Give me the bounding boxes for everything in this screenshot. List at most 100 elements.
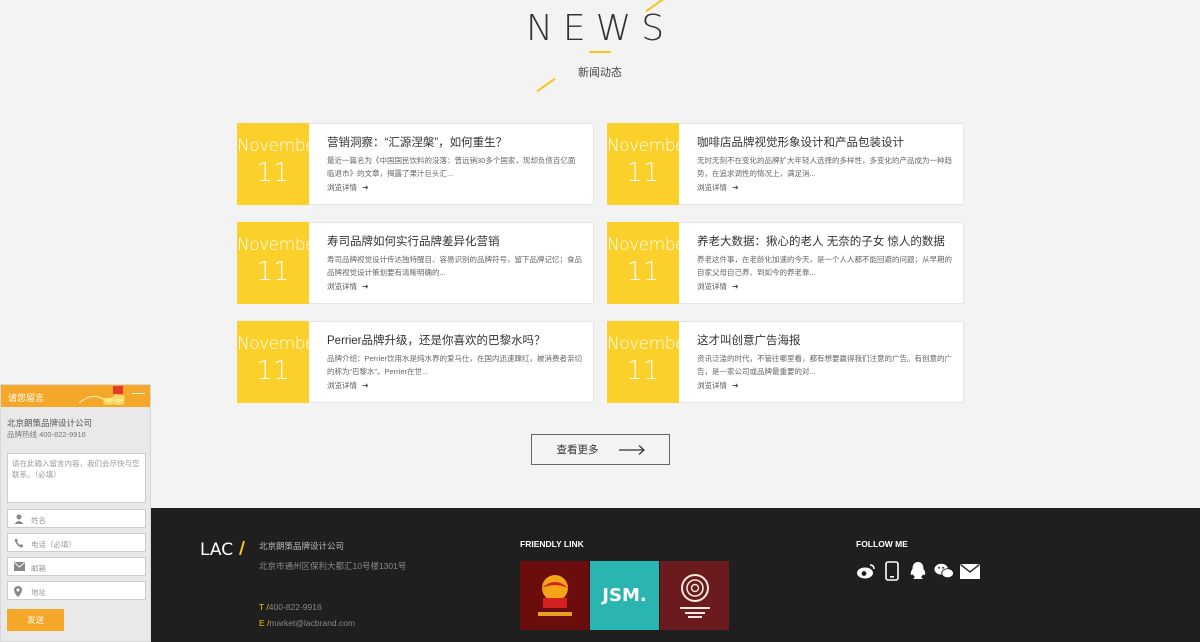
news-excerpt: 最近一篇名为《中国国民饮料的没落：曾远销30多个国家，现却负债百亿面临退市》的文… xyxy=(327,156,576,178)
news-title[interactable]: 这才叫创意广告海报 xyxy=(697,332,801,348)
red-brand-logo xyxy=(537,575,572,616)
send-button[interactable]: 发送 xyxy=(7,609,64,631)
enter-arrow-icon: ➜ xyxy=(362,381,369,390)
date-badge: November 11 xyxy=(237,123,322,205)
email-field[interactable]: 邮箱 xyxy=(7,557,146,576)
date-badge: November 11 xyxy=(607,123,692,205)
name-field-placeholder: 姓名 xyxy=(31,516,46,525)
date-month: November xyxy=(607,334,692,354)
enter-arrow-icon: ➜ xyxy=(732,282,739,291)
mail-icon[interactable] xyxy=(960,561,980,581)
footer-address: 北京市通州区保利大都汇10号楼1301号 xyxy=(259,561,407,571)
date-day: 11 xyxy=(256,257,290,287)
news-title[interactable]: 养老大数据：揪心的老人 无奈的子女 惊人的数据 xyxy=(697,233,945,249)
news-excerpt: 养老这件事，在老龄化加速的今天，是一个人人都不能回避的问题；从早期的自家父母自己… xyxy=(697,255,952,277)
read-more-label: 浏览详情 xyxy=(327,183,357,192)
footer-company-name: 北京朗策品牌设计公司 xyxy=(259,541,345,551)
date-day: 11 xyxy=(626,356,660,386)
read-more-link[interactable]: 浏览详情 ➜ xyxy=(327,380,369,391)
enter-arrow-icon: ➜ xyxy=(732,381,739,390)
news-section-header: NEWS 新闻动态 xyxy=(0,0,1200,110)
phone-field-placeholder: 电话（必填） xyxy=(31,540,76,549)
news-card[interactable]: November 11 Perrier品牌升级，还是你喜欢的巴黎水吗？ 品牌介绍… xyxy=(237,321,594,403)
date-badge: November 11 xyxy=(237,222,322,304)
view-more-label: 查看更多 xyxy=(556,444,599,456)
address-field-placeholder: 地址 xyxy=(31,588,46,597)
news-title[interactable]: Perrier品牌升级，还是你喜欢的巴黎水吗？ xyxy=(327,332,546,348)
news-title[interactable]: 咖啡店品牌视觉形象设计和产品包装设计 xyxy=(697,134,904,150)
coins-decoration-icon xyxy=(79,386,125,405)
section-subtitle: 新闻动态 xyxy=(578,67,622,79)
minimize-button[interactable]: — xyxy=(132,386,145,400)
read-more-link[interactable]: 浏览详情 ➜ xyxy=(697,380,739,391)
email-prefix: E / xyxy=(259,618,270,628)
news-card[interactable]: November 11 这才叫创意广告海报 资讯泛滥的时代，不管往哪里看，都有想… xyxy=(607,321,964,403)
date-month: November xyxy=(237,334,322,354)
lac-logo[interactable]: LAC xyxy=(200,538,250,560)
date-month: November xyxy=(607,136,692,156)
news-excerpt: 无时无刻不在变化的品牌扩大年轻人选择的多样性，多变化的产品成为一种趋势，在追求调… xyxy=(697,156,952,178)
message-widget-header[interactable]: 请您留言 — xyxy=(1,385,150,407)
jsm-logo: JSM. xyxy=(602,585,647,606)
news-title[interactable]: 营销洞察：“汇源涅槃”，如何重生？ xyxy=(327,134,507,150)
view-more-button[interactable]: 查看更多 xyxy=(531,434,670,465)
weibo-icon[interactable] xyxy=(856,561,876,581)
message-textarea[interactable]: 请在此输入留言内容，我们会尽快与您联系。（必填） xyxy=(7,453,146,503)
follow-me-title: FOLLOW ME xyxy=(856,539,908,549)
date-month: November xyxy=(237,136,322,156)
read-more-label: 浏览详情 xyxy=(697,183,727,192)
read-more-label: 浏览详情 xyxy=(697,282,727,291)
address-field[interactable]: 地址 xyxy=(7,581,146,600)
email-field-placeholder: 邮箱 xyxy=(31,564,46,573)
qq-icon[interactable] xyxy=(908,561,928,581)
read-more-link[interactable]: 浏览详情 ➜ xyxy=(697,281,739,292)
phone-icon xyxy=(14,538,24,548)
decorative-line xyxy=(536,77,556,93)
date-day: 11 xyxy=(256,158,290,188)
friendly-link-title: FRIENDLY LINK xyxy=(520,539,584,549)
news-card[interactable]: November 11 咖啡店品牌视觉形象设计和产品包装设计 无时无刻不在变化的… xyxy=(607,123,964,205)
long-arrow-right-icon xyxy=(618,444,645,455)
message-widget: 请您留言 — 北京朗策品牌设计公司 品牌热线 400-822-9916 请在此输… xyxy=(0,384,151,642)
enter-arrow-icon: ➜ xyxy=(362,282,369,291)
news-title[interactable]: 寿司品牌如何实行品牌差异化营销 xyxy=(327,233,500,249)
name-field[interactable]: 姓名 xyxy=(7,509,146,528)
location-icon xyxy=(14,586,22,597)
news-excerpt: 品牌介绍：Perrier饮用水是纯水界的爱马仕，在国内迅速蹿红，被消费者亲切的称… xyxy=(327,354,583,376)
news-card[interactable]: November 11 寿司品牌如何实行品牌差异化营销 寿司品牌视觉设计传达独特… xyxy=(237,222,594,304)
section-title: NEWS xyxy=(525,8,675,49)
phone-prefix: T / xyxy=(259,602,269,612)
wechat-icon[interactable] xyxy=(934,561,954,581)
widget-hotline: 品牌热线 400-822-9916 xyxy=(7,430,86,439)
read-more-link[interactable]: 浏览详情 ➜ xyxy=(327,281,369,292)
news-card[interactable]: November 11 养老大数据：揪心的老人 无奈的子女 惊人的数据 养老这件… xyxy=(607,222,964,304)
site-footer: LAC 北京朗策品牌设计公司 北京市通州区保利大都汇10号楼1301号 T /4… xyxy=(0,508,1200,642)
date-badge: November 11 xyxy=(607,222,692,304)
social-icons xyxy=(856,561,980,581)
friendly-links: JSM. xyxy=(520,561,729,630)
news-excerpt: 寿司品牌视觉设计传达独特醒目、容易识别的品牌符号，留下品牌记忆；食品品牌视觉设计… xyxy=(327,255,582,277)
news-excerpt: 资讯泛滥的时代，不管往哪里看，都有想要赢得我们注意的广告。有创意的广告，是一家公… xyxy=(697,354,952,376)
swirl-brand-logo xyxy=(679,574,710,618)
read-more-label: 浏览详情 xyxy=(327,381,357,390)
read-more-label: 浏览详情 xyxy=(327,282,357,291)
email-address: market@lacbrand.com xyxy=(269,618,356,628)
read-more-link[interactable]: 浏览详情 ➜ xyxy=(697,182,739,193)
footer-email[interactable]: E /market@lacbrand.com xyxy=(259,618,355,628)
phone-field[interactable]: 电话（必填） xyxy=(7,533,146,552)
date-badge: November 11 xyxy=(237,321,322,403)
logo-text: LAC xyxy=(200,540,233,560)
mail-icon xyxy=(14,562,25,571)
phone-number: 400-822-9916 xyxy=(268,602,322,612)
red-brand-logo-link[interactable] xyxy=(520,561,589,630)
title-underline xyxy=(589,51,611,53)
date-day: 11 xyxy=(626,158,660,188)
read-more-link[interactable]: 浏览详情 ➜ xyxy=(327,182,369,193)
date-month: November xyxy=(237,235,322,255)
enter-arrow-icon: ➜ xyxy=(732,183,739,192)
swirl-brand-logo-link[interactable] xyxy=(660,561,729,630)
news-card[interactable]: November 11 营销洞察：“汇源涅槃”，如何重生？ 最近一篇名为《中国国… xyxy=(237,123,594,205)
date-month: November xyxy=(607,235,692,255)
jsm-logo-link[interactable]: JSM. xyxy=(590,561,659,630)
phone-icon[interactable] xyxy=(882,561,902,581)
